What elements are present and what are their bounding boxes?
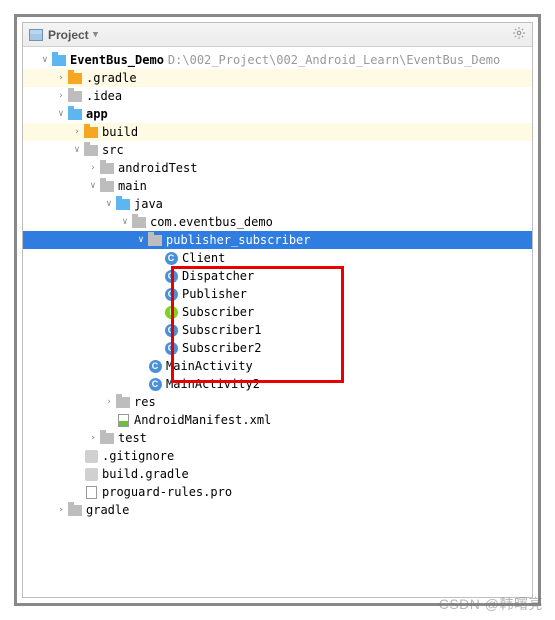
project-icon — [29, 29, 43, 41]
tree-row-pubsub[interactable]: ∨ publisher_subscriber — [23, 231, 532, 249]
chevron-right-icon[interactable]: › — [55, 501, 67, 519]
chevron-down-icon[interactable]: ∨ — [135, 231, 147, 249]
watermark: CSDN @韩曙亮 — [439, 594, 543, 614]
class-icon: C — [163, 251, 179, 265]
folder-icon — [115, 197, 131, 211]
file-icon — [83, 485, 99, 499]
root-path: D:\002_Project\002_Android_Learn\EventBu… — [168, 51, 500, 69]
tree-row-main[interactable]: ∨ main — [23, 177, 532, 195]
tree-row-gradlemod[interactable]: › gradle — [23, 501, 532, 519]
chevron-right-icon[interactable]: › — [71, 123, 83, 141]
tree-row-root[interactable]: ∨ EventBus_Demo D:\002_Project\002_Andro… — [23, 51, 532, 69]
class-icon: C — [163, 287, 179, 301]
folder-icon — [83, 143, 99, 157]
tree-row-subscriber2[interactable]: C Subscriber2 — [23, 339, 532, 357]
tree-row-subscriber[interactable]: I Subscriber — [23, 303, 532, 321]
tree-row-dispatcher[interactable]: C Dispatcher — [23, 267, 532, 285]
chevron-right-icon[interactable]: › — [55, 87, 67, 105]
tree-row-androidtest[interactable]: › androidTest — [23, 159, 532, 177]
class-icon: C — [163, 323, 179, 337]
gradle-file-icon — [83, 467, 99, 481]
chevron-down-icon[interactable]: ∨ — [39, 51, 51, 69]
chevron-right-icon[interactable]: › — [55, 69, 67, 87]
tree-row-mainactivity[interactable]: C MainActivity — [23, 357, 532, 375]
chevron-right-icon[interactable]: › — [103, 393, 115, 411]
panel-header[interactable]: Project ▼ — [23, 23, 532, 47]
package-icon — [147, 233, 163, 247]
tree-row-client[interactable]: C Client — [23, 249, 532, 267]
tree-row-app[interactable]: ∨ app — [23, 105, 532, 123]
module-icon — [51, 53, 67, 67]
tree-row-gradle-dir[interactable]: › .gradle — [23, 69, 532, 87]
tree-row-pkg[interactable]: ∨ com.eventbus_demo — [23, 213, 532, 231]
tree-row-idea-dir[interactable]: › .idea — [23, 87, 532, 105]
tree-row-src[interactable]: ∨ src — [23, 141, 532, 159]
tree-row-mainactivity2[interactable]: C MainActivity2 — [23, 375, 532, 393]
chevron-down-icon[interactable]: ∨ — [55, 105, 67, 123]
file-icon — [83, 449, 99, 463]
module-icon — [67, 107, 83, 121]
chevron-down-icon[interactable]: ∨ — [87, 177, 99, 195]
project-tree[interactable]: ∨ EventBus_Demo D:\002_Project\002_Andro… — [23, 47, 532, 523]
tree-row-manifest[interactable]: AndroidManifest.xml — [23, 411, 532, 429]
tree-row-build[interactable]: › build — [23, 123, 532, 141]
folder-icon — [67, 503, 83, 517]
folder-icon — [99, 431, 115, 445]
xml-file-icon — [115, 413, 131, 427]
tree-row-proguard[interactable]: proguard-rules.pro — [23, 483, 532, 501]
gear-icon[interactable] — [512, 26, 526, 43]
tree-row-java[interactable]: ∨ java — [23, 195, 532, 213]
tree-row-test[interactable]: › test — [23, 429, 532, 447]
tree-row-gitignore[interactable]: .gitignore — [23, 447, 532, 465]
folder-icon — [67, 89, 83, 103]
panel-title: Project — [48, 28, 89, 42]
tree-row-subscriber1[interactable]: C Subscriber1 — [23, 321, 532, 339]
folder-icon — [115, 395, 131, 409]
class-icon: C — [147, 359, 163, 373]
chevron-down-icon[interactable]: ∨ — [119, 213, 131, 231]
folder-icon — [67, 71, 83, 85]
folder-icon — [99, 161, 115, 175]
tree-row-res[interactable]: › res — [23, 393, 532, 411]
chevron-down-icon[interactable]: ∨ — [103, 195, 115, 213]
interface-icon: I — [163, 305, 179, 319]
folder-icon — [83, 125, 99, 139]
chevron-down-icon[interactable]: ∨ — [71, 141, 83, 159]
dropdown-arrow-icon[interactable]: ▼ — [93, 30, 98, 40]
class-icon: C — [163, 269, 179, 283]
chevron-right-icon[interactable]: › — [87, 159, 99, 177]
class-icon: C — [147, 377, 163, 391]
chevron-right-icon[interactable]: › — [87, 429, 99, 447]
class-icon: C — [163, 341, 179, 355]
tree-row-buildgradle[interactable]: build.gradle — [23, 465, 532, 483]
folder-icon — [99, 179, 115, 193]
root-name: EventBus_Demo — [70, 51, 164, 69]
tree-row-publisher[interactable]: C Publisher — [23, 285, 532, 303]
package-icon — [131, 215, 147, 229]
